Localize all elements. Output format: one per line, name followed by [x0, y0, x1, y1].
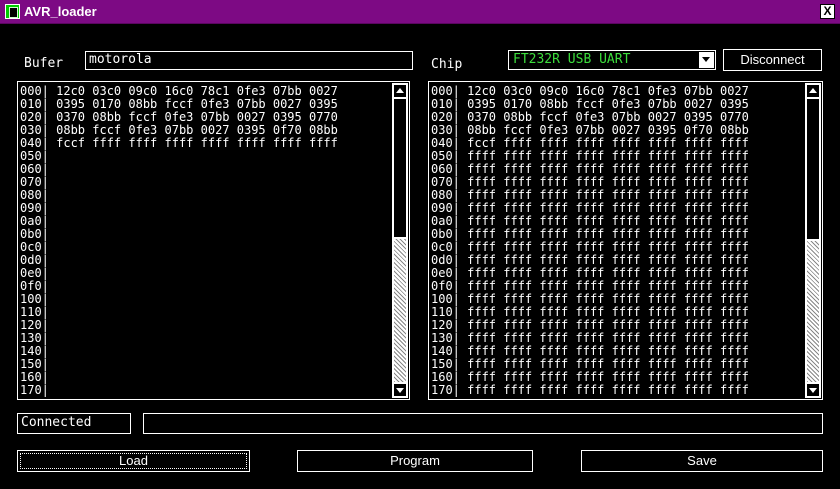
- progress-bar: [143, 413, 823, 434]
- buffer-memory-row: 060|: [20, 162, 49, 176]
- arrow-up-icon[interactable]: [806, 84, 820, 98]
- disconnect-button[interactable]: Disconnect: [723, 49, 822, 71]
- chip-memory-panel[interactable]: 000| 12c0 03c0 09c0 16c0 78c1 0fe3 07bb …: [428, 81, 823, 400]
- buffer-memory-row: 0d0|: [20, 253, 49, 267]
- chip-scroll-track[interactable]: [806, 99, 820, 382]
- buffer-scroll-hatch: [394, 239, 406, 382]
- buffer-memory-row: 0a0|: [20, 214, 49, 228]
- chip-memory-text: 000| 12c0 03c0 09c0 16c0 78c1 0fe3 07bb …: [431, 85, 749, 397]
- buffer-memory-row: 0e0|: [20, 266, 49, 280]
- chip-scroll-hatch: [807, 241, 819, 382]
- window-title: AVR_loader: [24, 4, 97, 19]
- buffer-scroll-track[interactable]: [393, 99, 407, 382]
- buffer-memory-row: 100|: [20, 292, 49, 306]
- program-button[interactable]: Program: [297, 450, 533, 472]
- buffer-memory-row: 150|: [20, 357, 49, 371]
- buffer-memory-row: 070|: [20, 175, 49, 189]
- buffer-memory-row: 050|: [20, 149, 49, 163]
- arrow-up-icon[interactable]: [393, 84, 407, 98]
- chip-scrollbar[interactable]: [805, 83, 821, 398]
- buffer-memory-text: 000| 12c0 03c0 09c0 16c0 78c1 0fe3 07bb …: [20, 85, 338, 397]
- chip-icon: [5, 4, 20, 19]
- chip-scroll-thumb[interactable]: [807, 99, 819, 239]
- chip-label: Chip: [431, 57, 463, 72]
- buffer-memory-row: 140|: [20, 344, 49, 358]
- chip-device-dropdown[interactable]: FT232R USB UART: [508, 50, 716, 70]
- buffer-memory-panel[interactable]: 000| 12c0 03c0 09c0 16c0 78c1 0fe3 07bb …: [17, 81, 410, 400]
- chevron-down-icon[interactable]: [699, 52, 714, 68]
- close-icon[interactable]: X: [820, 4, 835, 19]
- buffer-scroll-thumb[interactable]: [394, 99, 406, 237]
- buffer-memory-row: 160|: [20, 370, 49, 384]
- buffer-memory-row: 040| fccf ffff ffff ffff ffff ffff ffff …: [20, 136, 338, 150]
- buffer-memory-row: 110|: [20, 305, 49, 319]
- save-button[interactable]: Save: [581, 450, 823, 472]
- buffer-memory-row: 0b0|: [20, 227, 49, 241]
- arrow-down-icon[interactable]: [393, 383, 407, 397]
- buffer-memory-row: 120|: [20, 318, 49, 332]
- buffer-memory-row: 080|: [20, 188, 49, 202]
- buffer-memory-row: 170|: [20, 383, 49, 397]
- buffer-memory-row: 0f0|: [20, 279, 49, 293]
- chip-device-value: FT232R USB UART: [513, 52, 631, 67]
- app-window: AVR_loader X Bufer motorola Chip FT232R …: [0, 0, 840, 489]
- arrow-down-icon[interactable]: [806, 383, 820, 397]
- status-badge: Connected: [17, 413, 131, 434]
- buffer-memory-row: 130|: [20, 331, 49, 345]
- load-button[interactable]: Load: [17, 450, 250, 472]
- buffer-name-field[interactable]: motorola: [85, 51, 413, 70]
- buffer-label: Bufer: [24, 56, 64, 71]
- buffer-scrollbar[interactable]: [392, 83, 408, 398]
- buffer-memory-row: 090|: [20, 201, 49, 215]
- chip-memory-row: 170| ffff ffff ffff ffff ffff ffff ffff …: [431, 383, 749, 397]
- buffer-memory-row: 0c0|: [20, 240, 49, 254]
- title-bar: AVR_loader X: [0, 0, 840, 24]
